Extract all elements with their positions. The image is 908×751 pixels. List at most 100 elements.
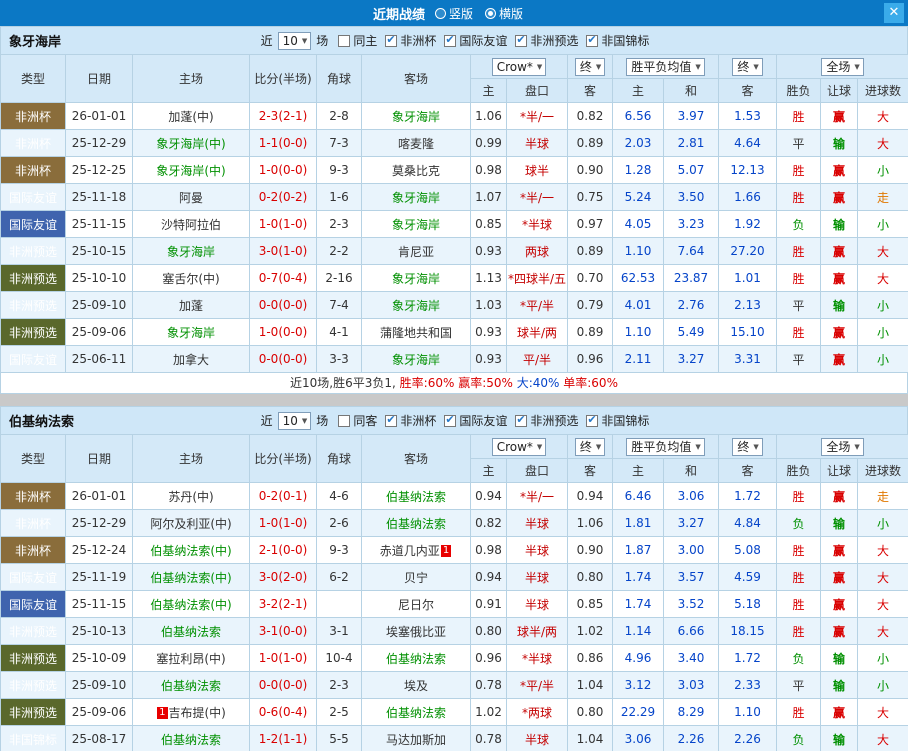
europe-home-avg: 3.06 (612, 725, 665, 751)
col-subheader: 客 (567, 78, 614, 103)
europe-home-avg: 1.81 (612, 509, 665, 537)
vertical-layout-radio[interactable]: 竖版 (434, 5, 473, 22)
home-team: 加拿大 (132, 345, 250, 373)
europe-home-avg: 22.29 (612, 698, 665, 726)
col-header: 比分(半场) (249, 54, 317, 103)
match-date: 25-11-18 (65, 183, 133, 211)
goals-result: 小 (857, 509, 908, 537)
asian-home-odds: 0.91 (470, 590, 507, 618)
asian-away-odds: 1.06 (567, 509, 614, 537)
match-row: 非洲预选 25-10-10 塞舌尔(中) 0-7(0-4) 2-16 象牙海岸 1.13 *四… (0, 264, 908, 292)
league-checkbox-3[interactable]: 非国锦标 (586, 32, 649, 49)
europe-home-avg: 1.87 (612, 536, 665, 564)
sections-container: 象牙海岸近10▼场同主非洲杯国际友谊非洲预选非国锦标类型日期主场比分(半场)角球… (0, 26, 908, 751)
col-subheader: 盘口 (505, 78, 569, 103)
match-type: 非洲预选 (0, 617, 66, 645)
league-checkbox-3-label: 非国锦标 (601, 34, 650, 48)
away-team-name: 伯基纳法索 (385, 705, 446, 720)
match-type: 非洲预选 (0, 237, 66, 265)
away-team-name: 伯基纳法索 (385, 489, 446, 504)
checkbox-icon (586, 413, 599, 427)
results-table: 类型 日期 主场 比分(半场) 角球 客场 Crow* ▼ 终 ▼ 胜平负均值 ▼ 终 ▼ 全场 ▼ 主盘口客主… (0, 434, 908, 751)
final-odds-select-2[interactable]: 终 ▼ (732, 57, 763, 76)
asian-away-odds: 0.96 (567, 345, 614, 373)
match-date: 25-08-17 (65, 725, 133, 751)
final-odds-select-1[interactable]: 终 ▼ (574, 437, 606, 456)
away-team: 马达加斯加 (361, 725, 471, 751)
full-match-scope-select-value: 全场 (826, 60, 851, 74)
titlebar: 近期战绩 竖版 横版 ✕ (0, 0, 908, 26)
league-checkbox-0[interactable]: 非洲杯 (385, 32, 436, 49)
league-checkbox-3[interactable]: 非国锦标 (586, 412, 649, 429)
europe-home-avg: 62.53 (612, 264, 665, 292)
home-team-name: 塞拉利昂(中) (156, 651, 226, 666)
home-team-name: 象牙海岸(中) (156, 136, 226, 151)
away-team-name: 象牙海岸 (391, 109, 440, 124)
wdl-average-select[interactable]: 胜平负均值 ▼ (626, 57, 705, 76)
europe-away-avg: 5.18 (718, 590, 778, 618)
away-team: 莫桑比克 (361, 156, 471, 184)
europe-draw-avg: 3.00 (663, 536, 720, 564)
match-count-select[interactable]: 10 ▼ (277, 31, 312, 50)
corners: 3-1 (316, 617, 362, 645)
final-odds-select-2[interactable]: 终 ▼ (732, 437, 763, 456)
goals-result: 小 (857, 644, 908, 672)
wdl-average-select-value: 胜平负均值 (631, 60, 692, 74)
corners: 6-2 (316, 563, 362, 591)
match-type: 国际友谊 (0, 563, 66, 591)
radio-dot-icon (485, 7, 496, 19)
home-team: 伯基纳法索(中) (132, 590, 250, 618)
league-checkbox-2[interactable]: 非洲预选 (515, 412, 578, 429)
score: 1-1(0-0) (249, 129, 317, 157)
col-subheader: 胜负 (776, 78, 822, 103)
home-team: 象牙海岸 (132, 237, 250, 265)
away-team: 伯基纳法索 (361, 509, 471, 537)
league-checkbox-1[interactable]: 国际友谊 (444, 412, 507, 429)
away-team: 贝宁 (361, 563, 471, 591)
away-team: 赤道几内亚 1 (361, 536, 471, 564)
same-venue-checkbox[interactable]: 同主 (338, 32, 377, 49)
league-checkbox-2[interactable]: 非洲预选 (515, 32, 578, 49)
europe-home-avg: 5.24 (612, 183, 665, 211)
crow-odds-select[interactable]: Crow* ▼ (491, 57, 547, 76)
checkbox-icon (515, 33, 528, 47)
corners: 9-3 (316, 536, 362, 564)
full-match-scope-select[interactable]: 全场 ▼ (821, 57, 864, 76)
away-team: 埃塞俄比亚 (361, 617, 471, 645)
match-count-select[interactable]: 10 ▼ (277, 411, 312, 430)
home-team-name: 伯基纳法索(中) (150, 597, 232, 612)
final-odds-select-1[interactable]: 终 ▼ (574, 57, 606, 76)
home-team: 伯基纳法索 (132, 725, 250, 751)
summary-row: 近10场,胜6平3负1, 胜率:60% 赢率:50% 大:40% 单率:60% (0, 373, 908, 394)
crow-odds-select[interactable]: Crow* ▼ (491, 437, 547, 456)
europe-away-avg: 15.10 (718, 318, 778, 346)
full-match-scope-select-value: 全场 (826, 440, 851, 454)
handicap-result: 赢 (820, 345, 859, 373)
horizontal-layout-radio[interactable]: 横版 (485, 5, 523, 22)
asian-away-odds: 1.04 (567, 725, 614, 751)
europe-draw-avg: 3.27 (663, 345, 720, 373)
asian-away-odds: 0.75 (567, 183, 614, 211)
wdl-result: 负 (776, 725, 822, 751)
match-row: 非洲杯 25-12-29 阿尔及利亚(中) 1-0(1-0) 2-6 伯基纳法索 0.82 半… (0, 509, 908, 537)
europe-away-avg: 2.26 (718, 725, 778, 751)
close-button[interactable]: ✕ (884, 3, 904, 23)
score: 0-2(0-1) (249, 482, 317, 510)
score: 0-0(0-0) (249, 345, 317, 373)
europe-away-avg: 5.08 (718, 536, 778, 564)
home-team-name: 阿尔及利亚(中) (150, 516, 232, 531)
same-venue-checkbox[interactable]: 同客 (338, 412, 377, 429)
home-team-name: 塞舌尔(中) (162, 271, 220, 286)
wdl-average-select[interactable]: 胜平负均值 ▼ (626, 437, 705, 456)
away-team-name: 马达加斯加 (385, 732, 446, 747)
score: 1-0(1-0) (249, 210, 317, 238)
league-checkbox-0[interactable]: 非洲杯 (385, 412, 436, 429)
match-date: 25-12-25 (65, 156, 133, 184)
wdl-result: 胜 (776, 482, 822, 510)
match-type: 国际友谊 (0, 590, 66, 618)
league-checkbox-1[interactable]: 国际友谊 (444, 32, 507, 49)
col-subheader: 和 (663, 458, 720, 483)
full-match-scope-select[interactable]: 全场 ▼ (821, 437, 864, 456)
handicap-result: 输 (820, 210, 859, 238)
away-team-name: 莫桑比克 (391, 163, 440, 178)
